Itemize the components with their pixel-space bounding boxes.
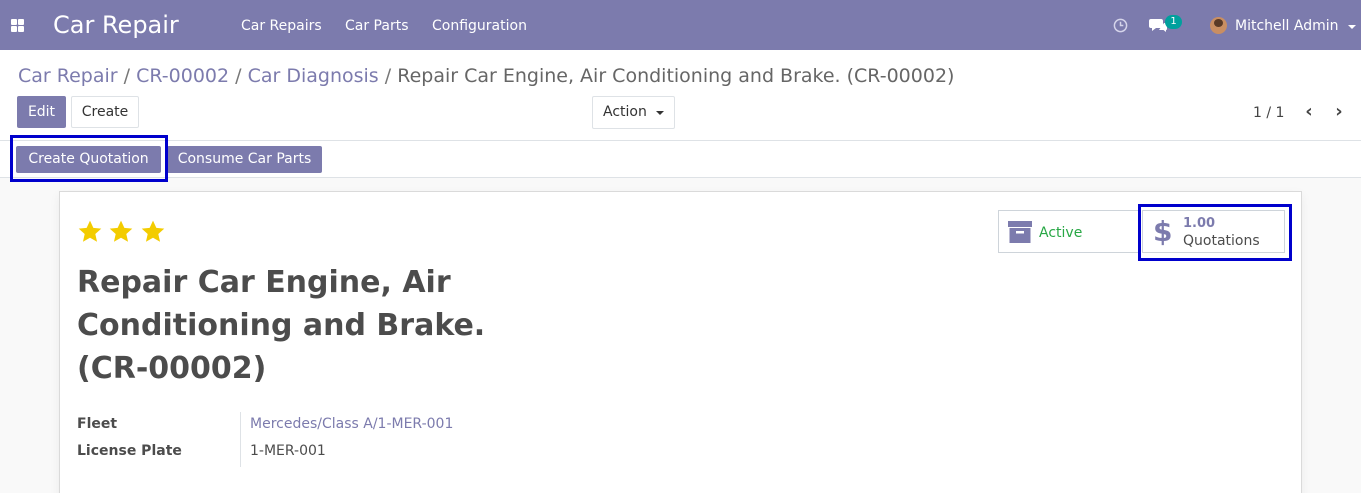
apps-menu-icon[interactable] — [11, 19, 24, 32]
caret-down-icon — [656, 111, 664, 115]
menu-item-car-parts[interactable]: Car Parts — [345, 16, 409, 36]
chevron-left-icon[interactable]: ‹ — [1301, 102, 1317, 122]
chevron-right-icon[interactable]: › — [1331, 102, 1347, 122]
breadcrumb-current: Repair Car Engine, Air Conditioning and … — [397, 65, 955, 87]
clock-icon[interactable] — [1113, 18, 1128, 33]
breadcrumb-cr-00002[interactable]: CR-00002 — [136, 65, 229, 87]
breadcrumb-separator: / — [384, 65, 398, 87]
breadcrumb-car-repair[interactable]: Car Repair — [18, 65, 118, 87]
breadcrumb-car-diagnosis[interactable]: Car Diagnosis — [248, 65, 379, 87]
chevron-down-icon[interactable] — [1348, 25, 1356, 29]
fleet-label: Fleet — [77, 416, 118, 432]
edit-button[interactable]: Edit — [17, 96, 66, 128]
highlight-box-quotations — [1138, 204, 1292, 261]
action-label: Action — [603, 104, 647, 120]
create-button[interactable]: Create — [71, 96, 139, 128]
highlight-box-create-quotation — [10, 135, 168, 182]
menu-item-car-repairs[interactable]: Car Repairs — [241, 16, 322, 36]
active-label: Active — [1039, 225, 1083, 241]
record-title: Repair Car Engine, Air Conditioning and … — [77, 265, 486, 386]
active-smart-button[interactable]: Active — [998, 210, 1141, 253]
chat-count-badge: 1 — [1165, 15, 1182, 29]
action-dropdown[interactable]: Action — [592, 96, 675, 129]
license-plate-label: License Plate — [77, 443, 182, 459]
top-navbar: Car Repair Car Repairs Car Parts Configu… — [0, 0, 1361, 50]
archive-icon — [1008, 221, 1032, 243]
star-icon[interactable] — [108, 219, 134, 245]
user-avatar[interactable] — [1210, 17, 1227, 34]
user-name[interactable]: Mitchell Admin — [1235, 16, 1339, 36]
app-title[interactable]: Car Repair — [53, 10, 179, 40]
consume-car-parts-button[interactable]: Consume Car Parts — [167, 146, 322, 173]
breadcrumb: Car Repair / CR-00002 / Car Diagnosis / … — [18, 63, 954, 89]
menu-item-configuration[interactable]: Configuration — [432, 16, 527, 36]
fleet-value-link[interactable]: Mercedes/Class A/1-MER-001 — [250, 414, 453, 434]
breadcrumb-separator: / — [123, 65, 137, 87]
license-plate-value: 1-MER-001 — [250, 443, 326, 459]
star-icon[interactable] — [140, 219, 166, 245]
breadcrumb-separator: / — [235, 65, 248, 87]
star-icon[interactable] — [77, 219, 103, 245]
field-divider — [240, 412, 241, 467]
pager-value[interactable]: 1 / 1 — [1253, 103, 1284, 123]
